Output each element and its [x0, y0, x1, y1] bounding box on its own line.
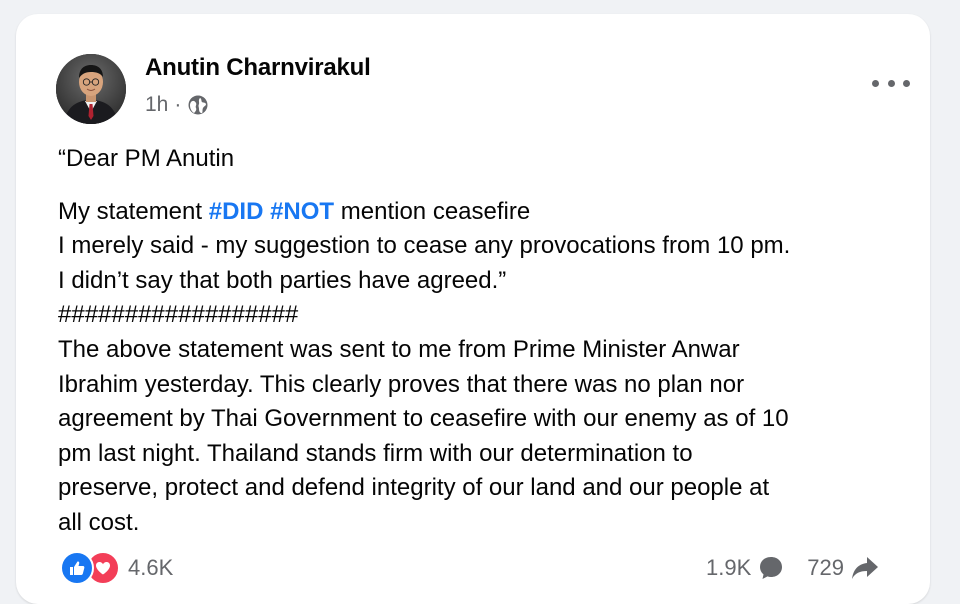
reactions-count: 4.6K: [128, 555, 174, 580]
post-text-line: pm last night. Thailand stands firm with…: [58, 439, 693, 467]
shares-count: 729: [807, 555, 844, 580]
post-text-line: The above statement was sent to me from …: [58, 335, 740, 363]
comments-count: 1.9K: [706, 555, 752, 580]
avatar-portrait-image: [56, 54, 126, 124]
more-dot: [903, 79, 910, 87]
post-text-line: Ibrahim yesterday. This clearly proves t…: [58, 370, 745, 398]
post-text-line: agreement by Thai Government to ceasefir…: [58, 405, 789, 433]
comments-link[interactable]: 1.9K: [706, 554, 785, 582]
shares-link[interactable]: 729: [807, 554, 880, 582]
post-text-line: “Dear PM Anutin: [58, 145, 235, 172]
globe-icon[interactable]: [187, 94, 209, 116]
more-options-icon[interactable]: [872, 70, 910, 96]
engagement-stats: 1.9K 729: [706, 550, 880, 586]
meta-separator: ·: [174, 93, 182, 116]
hashtag-did[interactable]: #DID: [209, 198, 264, 225]
more-dot: [887, 79, 895, 87]
reactions-summary[interactable]: 4.6K: [60, 550, 173, 586]
avatar[interactable]: [56, 54, 126, 124]
post-text-line: My statement #DID #NOT mention ceasefire: [58, 195, 938, 230]
post-timestamp[interactable]: 1h: [145, 93, 168, 117]
post-card: Anutin Charnvirakul 1h · “Dear PM Anutin…: [16, 14, 930, 604]
post-text-line: I merely said - my suggestion to cease a…: [58, 232, 791, 260]
like-icon: [60, 551, 94, 585]
post-text-fragment: mention ceasefire: [334, 197, 531, 225]
post-text-line: preserve, protect and defend integrity o…: [58, 474, 770, 502]
post-text: “Dear PM Anutin My statement #DID #NOT me…: [58, 142, 938, 541]
author-name[interactable]: Anutin Charnvirakul: [145, 54, 371, 82]
post-meta: 1h ·: [145, 92, 209, 118]
share-arrow-icon: [852, 557, 878, 579]
post-text-line: I didn’t say that both parties have agre…: [58, 266, 507, 294]
post-text-line: all cost.: [58, 508, 140, 536]
more-dot: [872, 79, 879, 87]
comment-bubble-icon: [760, 557, 783, 579]
post-text-fragment: My statement: [58, 197, 209, 225]
hashtag-not[interactable]: #NOT: [270, 198, 334, 225]
post-text-line: ##################: [58, 301, 299, 329]
